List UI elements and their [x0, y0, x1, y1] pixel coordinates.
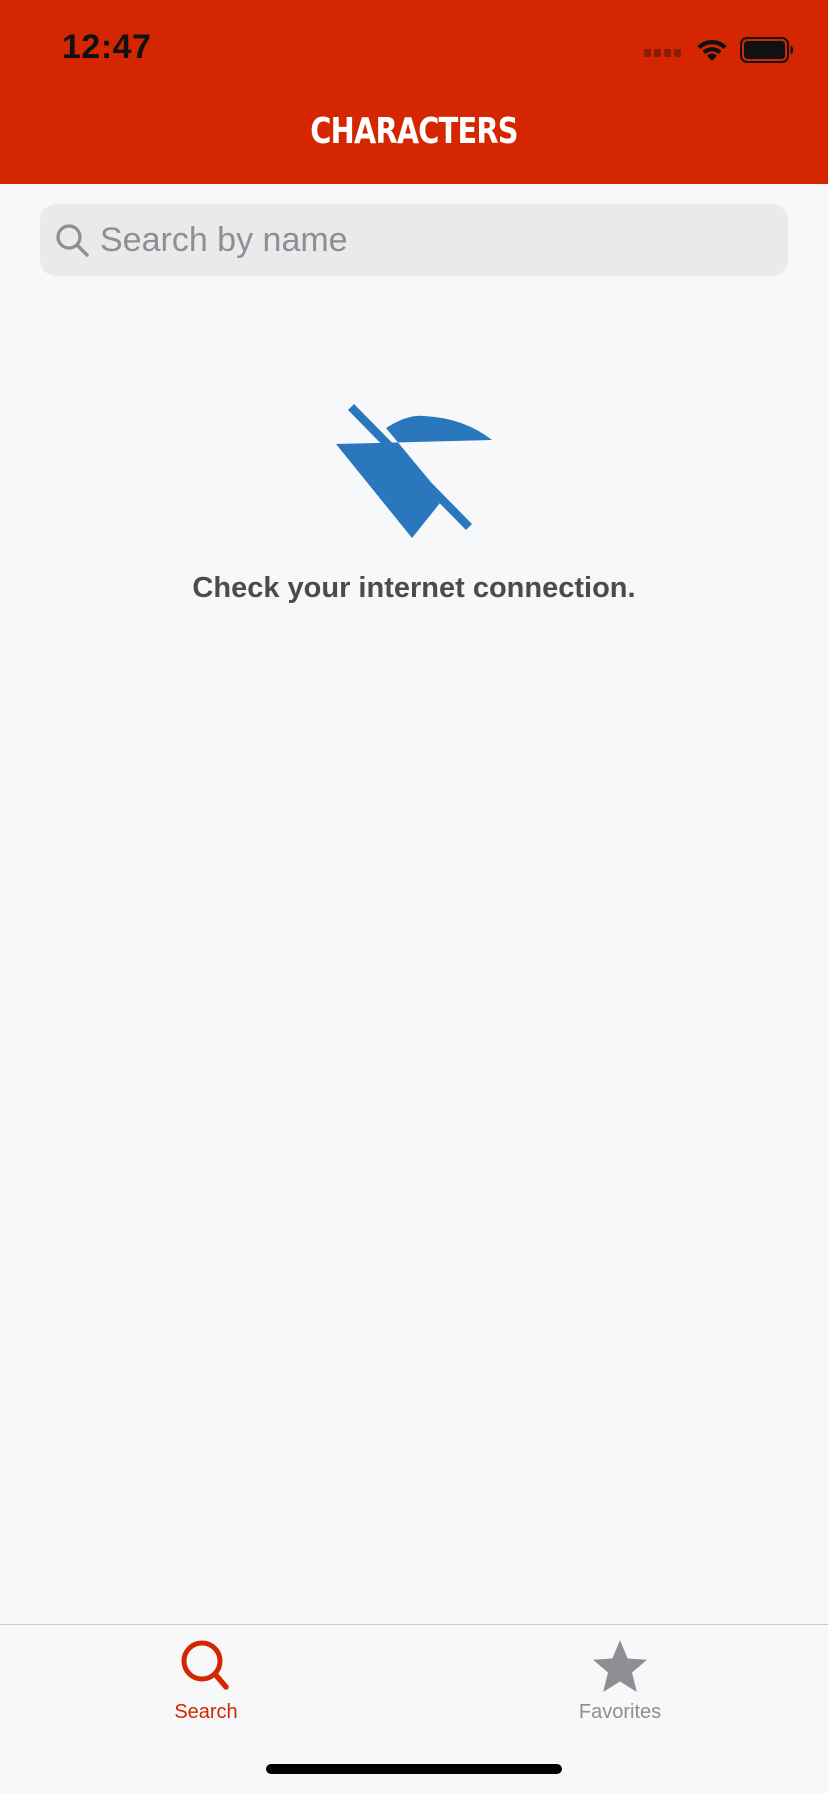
- navigation-header: 12:47 CHARACTERS: [0, 0, 828, 184]
- page-title: CHARACTERS: [310, 111, 518, 152]
- battery-icon: [740, 37, 793, 63]
- cellular-signal-icon: [644, 49, 681, 57]
- tab-favorites[interactable]: Favorites: [520, 1637, 720, 1737]
- wifi-off-icon: [336, 404, 492, 538]
- star-icon: [593, 1640, 647, 1692]
- tab-favorites-label: Favorites: [578, 1701, 662, 1723]
- status-icons: [644, 36, 794, 64]
- wifi-icon: [697, 39, 727, 61]
- search-icon: [181, 1640, 229, 1690]
- tab-search[interactable]: Search: [106, 1637, 306, 1737]
- tab-search-label: Search: [174, 1701, 238, 1723]
- search-input[interactable]: [100, 204, 770, 276]
- empty-state-message: Check your internet connection.: [192, 572, 636, 604]
- search-bar[interactable]: [40, 204, 788, 276]
- status-time: 12:47: [62, 28, 152, 66]
- search-icon: [56, 224, 89, 257]
- home-indicator[interactable]: [266, 1764, 562, 1774]
